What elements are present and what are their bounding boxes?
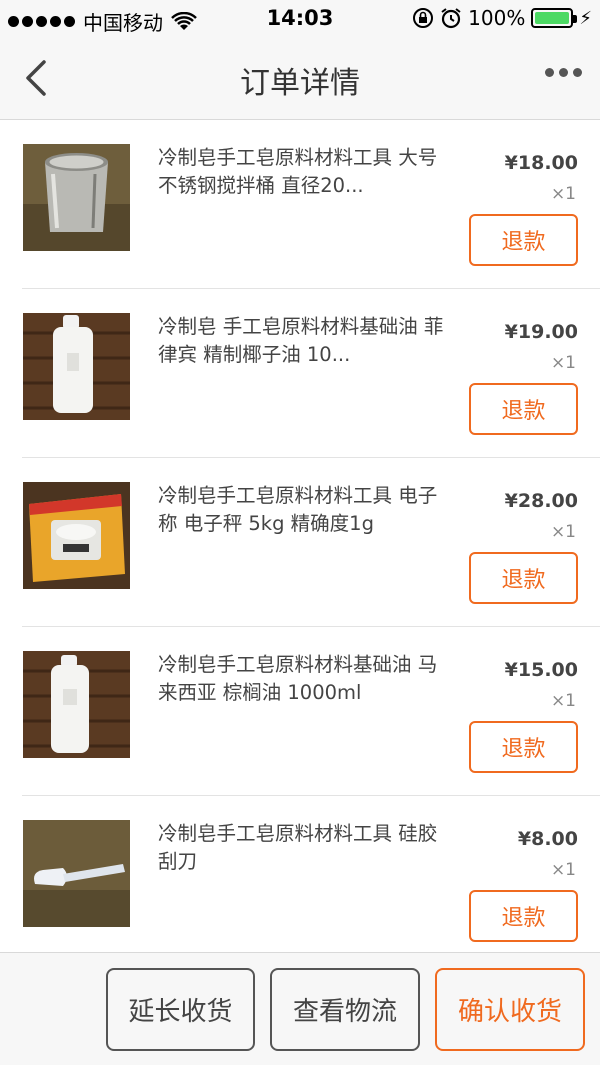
refund-button[interactable]: 退款 <box>469 890 578 942</box>
product-price: ¥18.00 <box>504 152 578 174</box>
refund-button[interactable]: 退款 <box>469 214 578 266</box>
order-item[interactable]: 冷制皂手工皂原料材料基础油 马来西亚 棕榈油 1000ml ¥15.00 ×1 … <box>22 627 600 796</box>
battery-percent: 100% <box>468 6 526 30</box>
product-title[interactable]: 冷制皂手工皂原料材料工具 大号不锈钢搅拌桶 直径20... <box>158 144 456 200</box>
nav-bar: 订单详情 <box>0 38 600 120</box>
refund-button[interactable]: 退款 <box>469 383 578 435</box>
product-price: ¥8.00 <box>517 828 578 850</box>
status-bar: 中国移动 14:03 100% ⚡ <box>0 0 600 38</box>
product-thumbnail <box>23 651 130 758</box>
charging-icon: ⚡ <box>579 7 592 29</box>
battery-icon <box>531 8 578 28</box>
refund-button[interactable]: 退款 <box>469 721 578 773</box>
product-title[interactable]: 冷制皂 手工皂原料材料基础油 菲律宾 精制椰子油 10... <box>158 313 456 369</box>
product-quantity: ×1 <box>550 184 576 204</box>
product-title[interactable]: 冷制皂手工皂原料材料工具 电子称 电子秤 5kg 精确度1g <box>158 482 456 538</box>
alarm-icon <box>441 8 461 29</box>
more-icon[interactable] <box>545 68 582 77</box>
product-title[interactable]: 冷制皂手工皂原料材料工具 硅胶刮刀 <box>158 820 456 876</box>
product-price: ¥28.00 <box>504 490 578 512</box>
order-item[interactable]: 冷制皂 手工皂原料材料基础油 菲律宾 精制椰子油 10... ¥19.00 ×1… <box>22 289 600 458</box>
order-item[interactable]: 冷制皂手工皂原料材料工具 硅胶刮刀 ¥8.00 ×1 退款 <box>22 796 600 965</box>
product-thumbnail <box>23 144 130 251</box>
order-item[interactable]: 冷制皂手工皂原料材料工具 大号不锈钢搅拌桶 直径20... ¥18.00 ×1 … <box>22 120 600 289</box>
product-quantity: ×1 <box>550 860 576 880</box>
confirm-receipt-button[interactable]: 确认收货 <box>435 968 585 1051</box>
product-quantity: ×1 <box>550 353 576 373</box>
order-item[interactable]: 冷制皂手工皂原料材料工具 电子称 电子秤 5kg 精确度1g ¥28.00 ×1… <box>22 458 600 627</box>
product-title[interactable]: 冷制皂手工皂原料材料基础油 马来西亚 棕榈油 1000ml <box>158 651 456 707</box>
product-price: ¥19.00 <box>504 321 578 343</box>
order-item-list: 冷制皂手工皂原料材料工具 大号不锈钢搅拌桶 直径20... ¥18.00 ×1 … <box>0 120 600 965</box>
page-title: 订单详情 <box>240 66 360 101</box>
status-right: 100% ⚡ <box>412 6 592 30</box>
product-thumbnail <box>23 313 130 420</box>
battery-fill <box>535 12 570 24</box>
bottom-action-bar: 延长收货 查看物流 确认收货 <box>0 952 600 1065</box>
rotation-lock-icon <box>413 8 434 28</box>
refund-button[interactable]: 退款 <box>469 552 578 604</box>
product-price: ¥15.00 <box>504 659 578 681</box>
extend-receipt-button[interactable]: 延长收货 <box>106 968 255 1051</box>
product-quantity: ×1 <box>550 522 576 542</box>
product-thumbnail <box>23 482 130 589</box>
product-quantity: ×1 <box>550 691 576 711</box>
view-logistics-button[interactable]: 查看物流 <box>270 968 420 1051</box>
product-thumbnail <box>23 820 130 927</box>
